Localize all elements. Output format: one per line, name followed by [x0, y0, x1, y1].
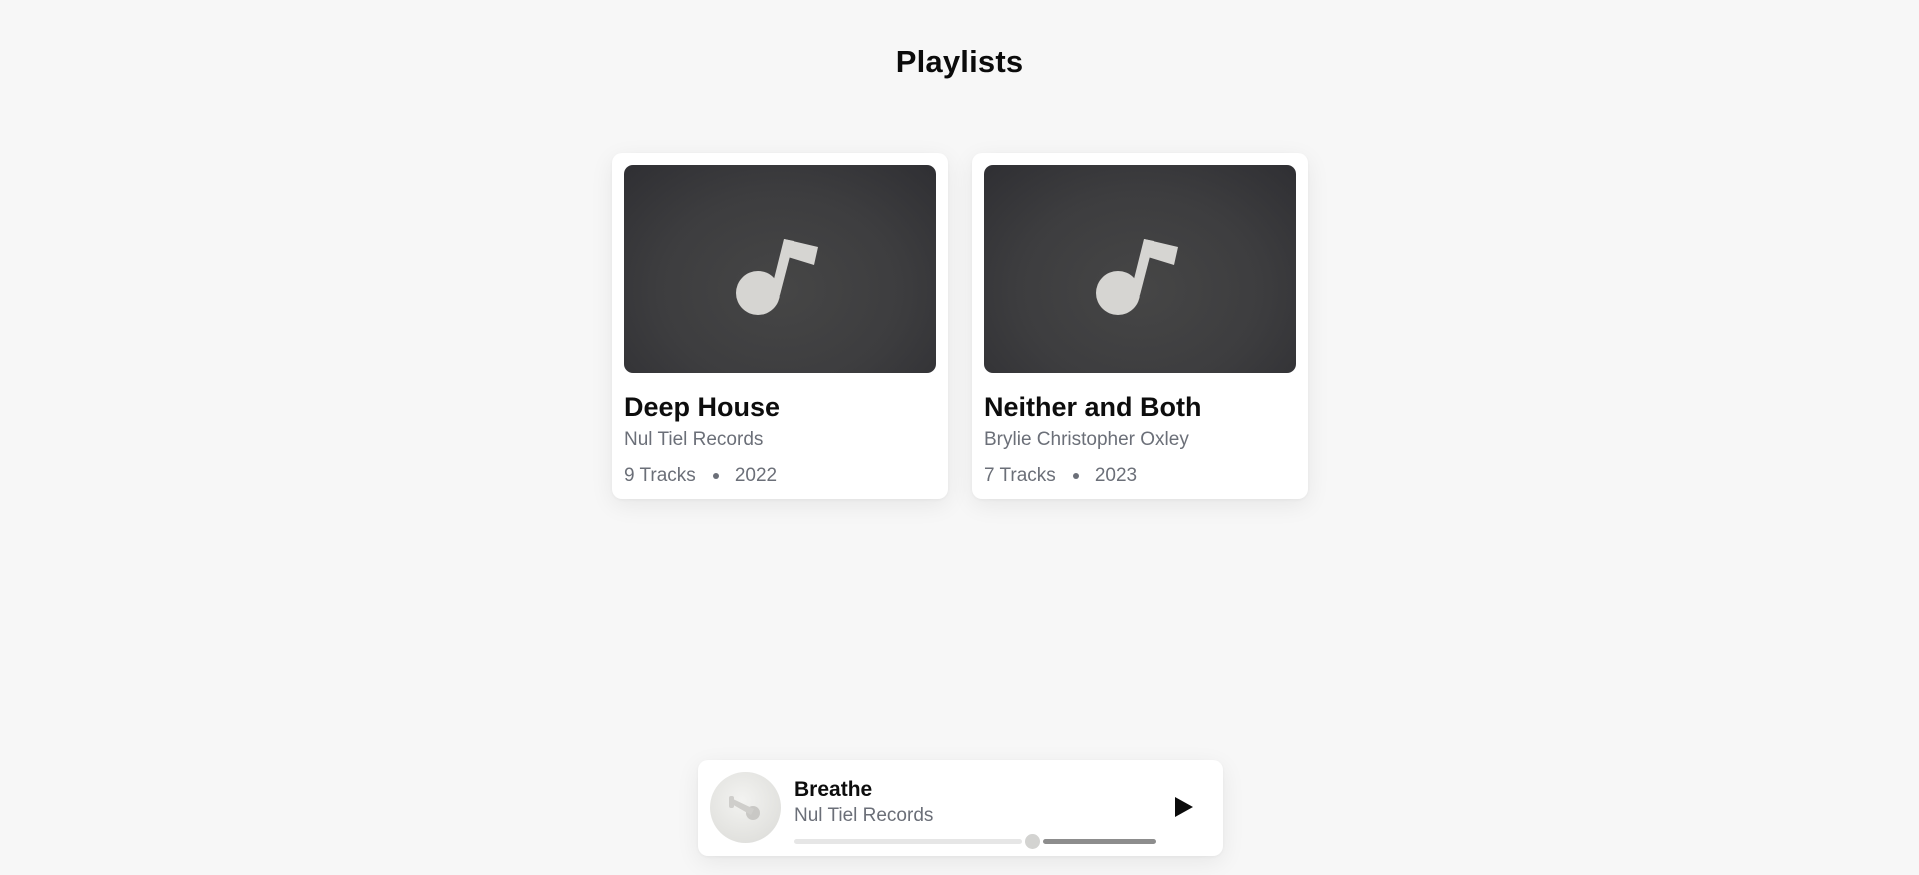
- playlist-meta: 7 Tracks 2023: [984, 464, 1296, 488]
- now-playing-bar: Breathe Nul Tiel Records: [698, 760, 1223, 856]
- playlist-artist: Brylie Christopher Oxley: [984, 429, 1189, 450]
- music-note-icon: [736, 239, 818, 315]
- album-art-icon: [729, 796, 760, 820]
- progress-remaining: [1043, 839, 1156, 844]
- playlist-track-count: 7 Tracks: [984, 465, 1056, 486]
- progress-slider[interactable]: [794, 834, 1156, 849]
- track-artist: Nul Tiel Records: [794, 805, 934, 826]
- playlist-year: 2023: [1094, 465, 1138, 486]
- play-icon: [1175, 797, 1193, 817]
- playlist-artist: Nul Tiel Records: [624, 429, 764, 450]
- playlist-track-count: 9 Tracks: [624, 465, 696, 486]
- playlist-title: Deep House: [624, 392, 781, 422]
- page-title: Playlists: [895, 44, 1024, 79]
- playlist-card-neither-and-both[interactable]: Neither and Both Brylie Christopher Oxle…: [972, 153, 1308, 499]
- playlist-card-deep-house[interactable]: Deep House Nul Tiel Records 9 Tracks 202…: [612, 153, 948, 499]
- separator-dot: [712, 473, 719, 479]
- playlist-title: Neither and Both: [984, 392, 1202, 422]
- playlist-cover: [984, 165, 1296, 373]
- progress-played: [794, 839, 1022, 844]
- music-note-icon: [1096, 239, 1178, 315]
- playlist-grid: Deep House Nul Tiel Records 9 Tracks 202…: [612, 153, 1308, 499]
- playlist-meta: 9 Tracks 2022: [624, 464, 936, 488]
- track-title: Breathe: [794, 778, 873, 801]
- separator-dot: [1072, 473, 1079, 479]
- progress-handle[interactable]: [1025, 834, 1040, 849]
- playlist-year: 2022: [734, 465, 778, 486]
- playlist-cover: [624, 165, 936, 373]
- play-button[interactable]: [1168, 792, 1198, 822]
- vinyl-disc-icon: [710, 772, 781, 843]
